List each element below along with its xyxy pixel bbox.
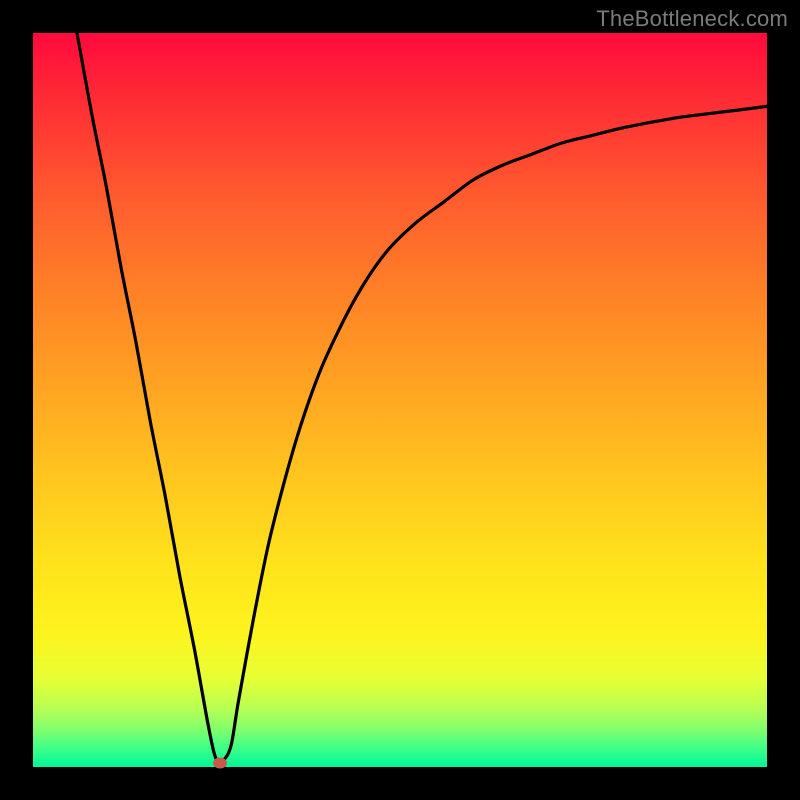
watermark-text: TheBottleneck.com: [596, 6, 788, 32]
plot-area: [33, 33, 767, 767]
bottleneck-curve: [33, 33, 767, 767]
chart-frame: TheBottleneck.com: [0, 0, 800, 800]
optimum-marker: [213, 757, 227, 768]
